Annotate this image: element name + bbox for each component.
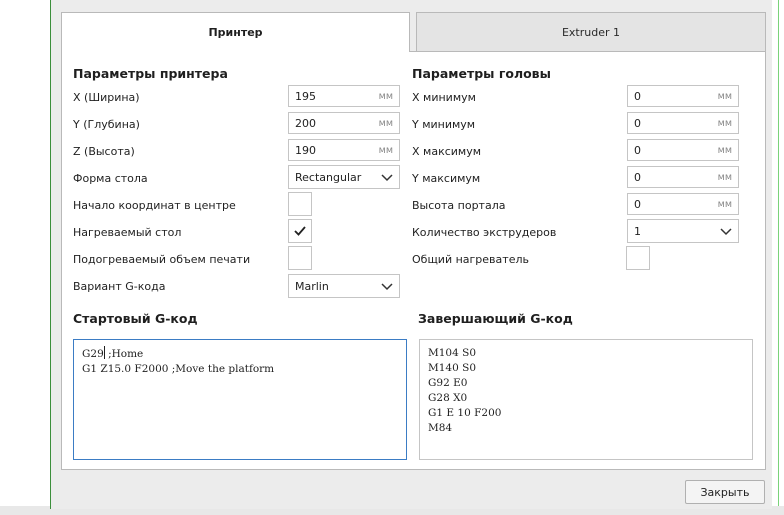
x-max-value: 0 [634,143,641,157]
extruder-count-dropdown[interactable]: 1 [627,219,739,243]
start-gcode-editor[interactable]: G29 ;Home G1 Z15.0 F2000 ;Move the platf… [73,339,407,460]
x-min-field[interactable]: 0 мм [627,85,739,107]
close-button[interactable]: Закрыть [685,480,765,504]
x-width-unit: мм [378,90,393,102]
bed-shape-label: Форма стола [73,172,148,185]
start-gcode-line1-a: G29 [82,348,104,360]
heated-volume-label: Подогреваемый объем печати [73,253,251,266]
z-height-unit: мм [378,144,393,156]
y-depth-field[interactable]: 200 мм [288,112,400,134]
viewport-border [778,0,779,515]
y-min-label: Y минимум [412,118,476,131]
y-max-value: 0 [634,170,641,184]
tab-bar: Принтер Extruder 1 [61,12,766,52]
background-viewport [772,0,784,515]
chevron-down-icon [381,283,393,291]
extruder-count-value: 1 [634,224,641,238]
printer-settings-title: Параметры принтера [73,66,228,81]
heated-bed-checkbox[interactable] [288,219,312,243]
heated-volume-checkbox[interactable] [288,246,312,270]
x-max-field[interactable]: 0 мм [627,139,739,161]
x-width-field[interactable]: 195 мм [288,85,400,107]
y-max-label: Y максимум [412,172,481,185]
y-depth-unit: мм [378,117,393,129]
gcode-flavor-label: Вариант G-кода [73,280,166,293]
x-width-value: 195 [295,89,316,103]
z-height-field[interactable]: 190 мм [288,139,400,161]
tab-printer[interactable]: Принтер [61,12,410,52]
y-min-unit: мм [717,117,732,129]
y-max-field[interactable]: 0 мм [627,166,739,188]
y-max-unit: мм [717,171,732,183]
gantry-height-value: 0 [634,197,641,211]
y-min-value: 0 [634,116,641,130]
z-height-value: 190 [295,143,316,157]
x-min-unit: мм [717,90,732,102]
y-depth-value: 200 [295,116,316,130]
shared-heater-label: Общий нагреватель [412,253,529,266]
x-min-label: X минимум [412,91,476,104]
chevron-down-icon [381,174,393,182]
x-max-label: X максимум [412,145,482,158]
gcode-flavor-value: Marlin [295,279,329,293]
tab-extruder-1[interactable]: Extruder 1 [416,12,766,51]
head-settings-title: Параметры головы [412,66,551,81]
shared-heater-checkbox[interactable] [626,246,650,270]
checkmark-icon [294,226,306,236]
heated-bed-label: Нагреваемый стол [73,226,182,239]
origin-center-checkbox[interactable] [288,192,312,216]
start-gcode-title: Стартовый G-код [73,311,198,326]
x-min-value: 0 [634,89,641,103]
start-gcode-line1-b: ;Home [104,348,144,360]
y-min-field[interactable]: 0 мм [627,112,739,134]
z-height-label: Z (Высота) [73,145,135,158]
bed-shape-dropdown[interactable]: Rectangular [288,165,400,189]
printer-settings-panel: Параметры принтера X (Ширина) 195 мм Y (… [61,51,766,470]
bed-shape-value: Rectangular [295,170,362,184]
machine-settings-dialog: Принтер Extruder 1 Параметры принтера X … [50,0,772,509]
origin-center-label: Начало координат в центре [73,199,236,212]
y-depth-label: Y (Глубина) [73,118,140,131]
extruder-count-label: Количество экструдеров [412,226,557,239]
x-width-label: X (Ширина) [73,91,140,104]
gantry-height-label: Высота портала [412,199,506,212]
end-gcode-title: Завершающий G-код [418,311,573,326]
start-gcode-line2: G1 Z15.0 F2000 ;Move the platform [82,363,275,375]
gantry-height-unit: мм [717,198,732,210]
chevron-down-icon [720,228,732,236]
gcode-flavor-dropdown[interactable]: Marlin [288,274,400,298]
gantry-height-field[interactable]: 0 мм [627,193,739,215]
end-gcode-editor[interactable]: M104 S0 M140 S0 G92 E0 G28 X0 G1 E 10 F2… [419,339,753,460]
x-max-unit: мм [717,144,732,156]
